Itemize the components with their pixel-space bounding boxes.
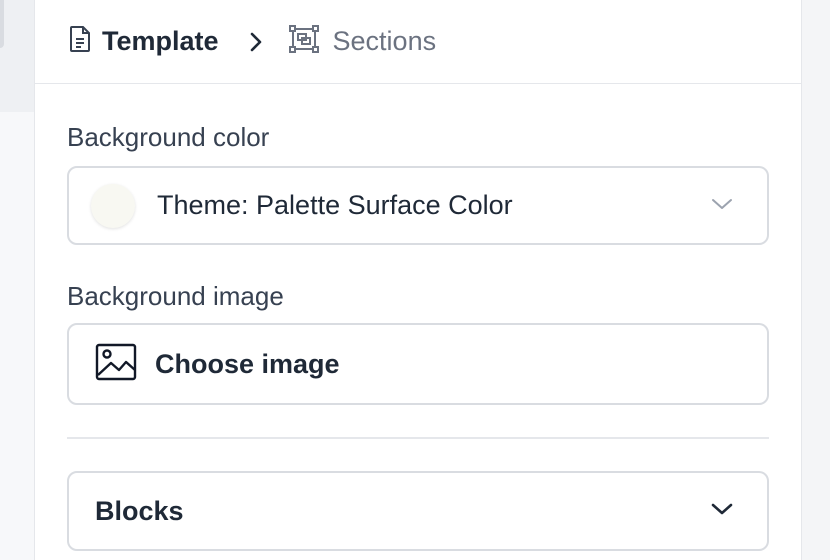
- color-swatch: [91, 183, 135, 228]
- breadcrumb-label-template: Template: [102, 26, 219, 56]
- right-edge: [802, 0, 830, 560]
- background-color-value: Theme: Palette Surface Color: [157, 190, 513, 220]
- settings-panel: Template Sections Background color Theme…: [34, 0, 802, 560]
- breadcrumb: Template Sections: [35, 0, 801, 84]
- breadcrumb-item-sections[interactable]: Sections: [288, 25, 437, 58]
- choose-image-label: Choose image: [155, 348, 340, 379]
- breadcrumb-label-sections: Sections: [332, 26, 437, 56]
- sections-icon: [288, 25, 319, 58]
- breadcrumb-item-template[interactable]: Template: [68, 25, 219, 58]
- panel-content: Background color Theme: Palette Surface …: [35, 122, 801, 551]
- sidebar-nub: [0, 0, 4, 48]
- blocks-label: Blocks: [95, 495, 184, 526]
- chevron-down-icon: [711, 502, 733, 521]
- image-icon: [95, 343, 137, 386]
- background-color-label: Background color: [67, 122, 270, 152]
- section-divider: [67, 437, 769, 439]
- left-sidebar-edge: [0, 0, 34, 560]
- choose-image-button[interactable]: Choose image: [67, 323, 769, 405]
- document-icon: [68, 25, 92, 58]
- chevron-down-icon: [711, 197, 733, 215]
- background-image-label: Background image: [67, 281, 284, 311]
- background-color-select[interactable]: Theme: Palette Surface Color: [67, 166, 769, 245]
- chevron-right-icon: [249, 31, 263, 53]
- sidebar-lower: [0, 112, 34, 560]
- blocks-accordion[interactable]: Blocks: [67, 471, 769, 551]
